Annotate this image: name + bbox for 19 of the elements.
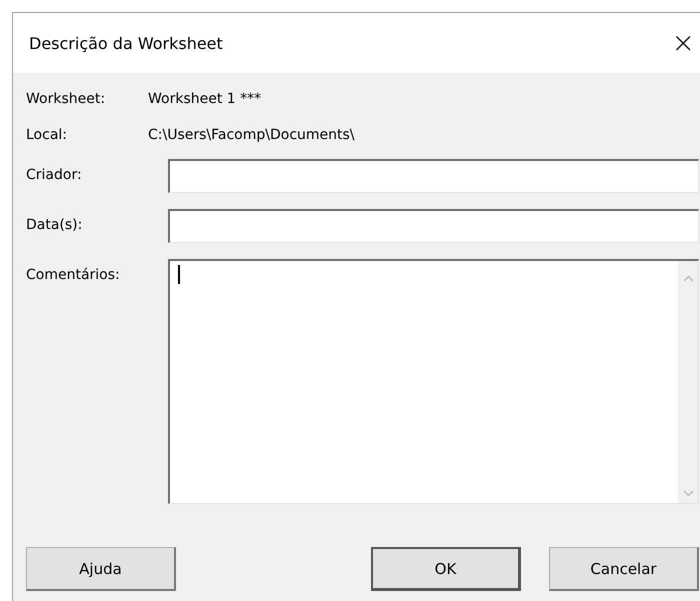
info-value: Worksheet 1 *** (148, 91, 262, 107)
field-label: Criador: (26, 166, 83, 183)
dialog-button[interactable]: Ajuda (26, 547, 176, 591)
close-button[interactable]: × (668, 29, 699, 57)
window-title: Descrição da Worksheet (29, 34, 223, 52)
scroll-up-icon[interactable] (682, 275, 694, 282)
field-label: Comentários: (26, 266, 121, 283)
comments-field[interactable] (168, 259, 699, 504)
text-cursor (178, 265, 180, 284)
info-label: Worksheet: (26, 91, 106, 107)
info-value: C:\Users\Facomp\Documents\ (148, 127, 355, 143)
field-label: Data(s): (26, 216, 84, 233)
info-label: Local: (26, 127, 68, 143)
input-field[interactable] (168, 209, 699, 243)
scrollbar[interactable] (678, 261, 698, 503)
scroll-down-icon[interactable] (682, 490, 694, 497)
dialog-button[interactable]: Cancelar (549, 547, 699, 591)
dialog-button[interactable]: OK (371, 547, 521, 591)
input-field[interactable] (168, 159, 699, 193)
